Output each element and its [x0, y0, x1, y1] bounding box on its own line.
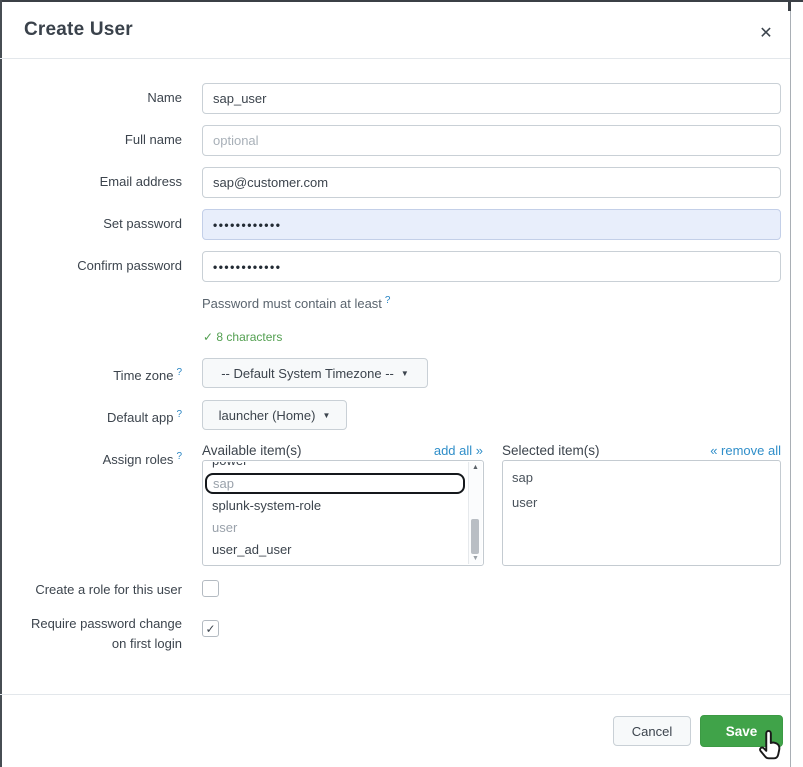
cancel-button[interactable]: Cancel	[613, 716, 691, 746]
password-hint-help-icon[interactable]: ?	[385, 295, 391, 306]
available-items-viewport: power sap splunk-system-role user user_a…	[204, 462, 468, 564]
name-input[interactable]	[202, 83, 781, 114]
chevron-down-icon: ▼	[401, 369, 409, 378]
close-icon[interactable]: ✕	[752, 20, 780, 46]
require-password-change-line1: Require password change	[31, 616, 182, 631]
create-role-label: Create a role for this user	[0, 582, 182, 598]
email-label: Email address	[0, 174, 182, 190]
default-app-help-icon[interactable]: ?	[176, 409, 182, 420]
create-role-checkbox[interactable]	[202, 580, 219, 597]
timezone-label: Time zone?	[0, 365, 182, 384]
timezone-value: -- Default System Timezone --	[221, 366, 394, 381]
selected-header-row: Selected item(s) « remove all	[502, 443, 781, 458]
header-divider	[0, 58, 790, 59]
list-item[interactable]: power	[204, 462, 468, 472]
list-item[interactable]: sap	[503, 465, 780, 490]
password-rule-text: 8 characters	[213, 330, 282, 344]
timezone-label-text: Time zone	[113, 368, 173, 383]
set-password-label: Set password	[0, 216, 182, 232]
list-item[interactable]: user	[204, 517, 468, 539]
available-header-row: Available item(s) add all »	[202, 443, 483, 458]
available-items-listbox: power sap splunk-system-role user user_a…	[202, 460, 484, 566]
confirm-password-input[interactable]	[202, 251, 781, 282]
password-rule: ✓ 8 characters	[203, 330, 282, 344]
chevron-down-icon: ▼	[322, 411, 330, 420]
available-items-header: Available item(s)	[202, 443, 302, 458]
default-app-label: Default app?	[0, 407, 182, 426]
selected-items-header: Selected item(s)	[502, 443, 600, 458]
create-user-modal: Create User ✕ Name Full name Email addre…	[0, 0, 803, 767]
page-right-edge	[790, 0, 791, 767]
password-hint-text: Password must contain at least	[202, 296, 382, 311]
selected-items-listbox: sap user	[502, 460, 781, 566]
confirm-password-label: Confirm password	[0, 258, 182, 274]
assign-roles-label-text: Assign roles	[103, 452, 174, 467]
password-hint: Password must contain at least?	[202, 295, 390, 311]
timezone-help-icon[interactable]: ?	[176, 367, 182, 378]
check-icon: ✓	[203, 330, 213, 344]
scroll-down-icon[interactable]: ▼	[469, 555, 482, 562]
save-button[interactable]: Save	[700, 715, 783, 747]
scrollbar[interactable]: ▲ ▼	[468, 462, 482, 564]
require-password-change-checkbox[interactable]: ✓	[202, 620, 219, 637]
modal-title: Create User	[24, 19, 133, 41]
default-app-dropdown[interactable]: launcher (Home) ▼	[202, 400, 347, 430]
set-password-input[interactable]	[202, 209, 781, 240]
assign-roles-help-icon[interactable]: ?	[176, 451, 182, 462]
assign-roles-label: Assign roles?	[0, 449, 182, 468]
scrollbar-thumb[interactable]	[471, 519, 479, 554]
list-item[interactable]: user_ad_user	[204, 539, 468, 561]
require-password-change-label: Require password change on first login	[0, 614, 182, 654]
name-label: Name	[0, 90, 182, 106]
scroll-up-icon[interactable]: ▲	[469, 464, 482, 471]
footer-divider	[0, 694, 790, 695]
timezone-dropdown[interactable]: -- Default System Timezone -- ▼	[202, 358, 428, 388]
add-all-link[interactable]: add all »	[434, 443, 483, 458]
list-item-focused[interactable]: sap	[205, 473, 465, 494]
full-name-input[interactable]	[202, 125, 781, 156]
email-input[interactable]	[202, 167, 781, 198]
page-top-edge	[0, 0, 803, 2]
full-name-label: Full name	[0, 132, 182, 148]
list-item[interactable]: splunk-system-role	[204, 495, 468, 517]
default-app-label-text: Default app	[107, 410, 174, 425]
require-password-change-line2: on first login	[112, 636, 182, 651]
default-app-value: launcher (Home)	[219, 408, 316, 423]
page-right-edge-dark	[788, 0, 791, 11]
remove-all-link[interactable]: « remove all	[710, 443, 781, 458]
list-item[interactable]: user	[503, 490, 780, 515]
